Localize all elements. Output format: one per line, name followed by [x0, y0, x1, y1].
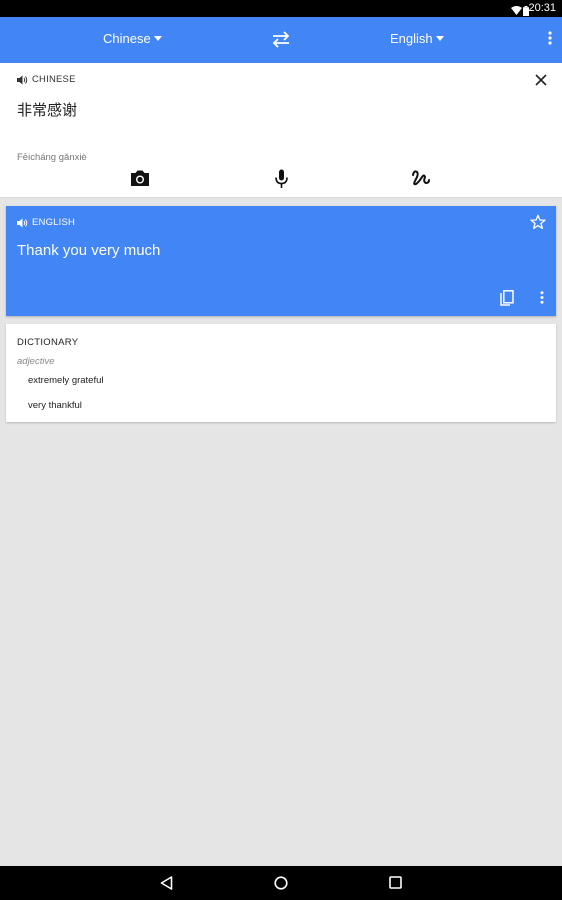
- volume-icon: [17, 218, 28, 227]
- target-language-speak-button[interactable]: ENGLISH: [17, 217, 75, 228]
- favorite-button[interactable]: [530, 214, 546, 235]
- target-language-dropdown[interactable]: English: [390, 31, 444, 46]
- target-language-tag: ENGLISH: [32, 217, 76, 228]
- star-icon: [530, 214, 546, 230]
- overflow-menu-button[interactable]: [548, 31, 552, 50]
- recents-button[interactable]: [389, 876, 402, 894]
- more-vert-icon: [548, 31, 552, 45]
- home-button[interactable]: [274, 876, 288, 895]
- more-vert-icon: [540, 291, 544, 304]
- result-more-button[interactable]: [540, 291, 544, 309]
- back-icon: [160, 876, 173, 890]
- input-card: CHINESE 非常感谢 Fēicháng gǎnxiè: [0, 63, 562, 198]
- home-icon: [274, 876, 288, 890]
- source-language-speak-button[interactable]: CHINESE: [17, 74, 76, 85]
- copy-button[interactable]: [500, 290, 514, 311]
- app-bar: Chinese English: [0, 17, 562, 63]
- source-language-label: Chinese: [103, 31, 151, 46]
- swap-icon: [272, 31, 290, 48]
- dictionary-entry[interactable]: very thankful: [28, 400, 82, 411]
- dropdown-arrow-icon: [435, 36, 444, 41]
- source-language-dropdown[interactable]: Chinese: [103, 31, 162, 46]
- close-icon: [535, 74, 547, 86]
- dictionary-card: DICTIONARY adjective extremely grateful …: [6, 324, 556, 422]
- handwriting-button[interactable]: [411, 169, 431, 192]
- swap-languages-button[interactable]: [270, 29, 292, 54]
- dropdown-arrow-icon: [153, 36, 162, 41]
- volume-icon: [17, 75, 28, 84]
- source-language-tag: CHINESE: [32, 74, 76, 85]
- recents-icon: [389, 876, 402, 889]
- translated-text: Thank you very much: [17, 242, 161, 259]
- translation-result-card[interactable]: ENGLISH Thank you very much: [6, 206, 556, 316]
- clear-input-button[interactable]: [535, 73, 547, 91]
- copy-icon: [500, 290, 514, 306]
- microphone-icon: [275, 169, 288, 188]
- target-language-label: English: [390, 31, 433, 46]
- camera-icon: [131, 170, 149, 186]
- part-of-speech: adjective: [17, 356, 55, 367]
- microphone-button[interactable]: [275, 169, 288, 194]
- source-text-input[interactable]: 非常感谢: [17, 99, 77, 120]
- back-button[interactable]: [160, 876, 173, 895]
- status-time: 20:31: [528, 2, 556, 14]
- handwriting-icon: [412, 170, 430, 186]
- romanization-text: Fēicháng gǎnxiè: [17, 152, 87, 163]
- dictionary-title: DICTIONARY: [17, 337, 79, 348]
- dictionary-entry[interactable]: extremely grateful: [28, 375, 104, 386]
- navigation-bar: [0, 866, 562, 900]
- status-bar: 20:31: [0, 0, 562, 17]
- camera-button[interactable]: [130, 169, 150, 192]
